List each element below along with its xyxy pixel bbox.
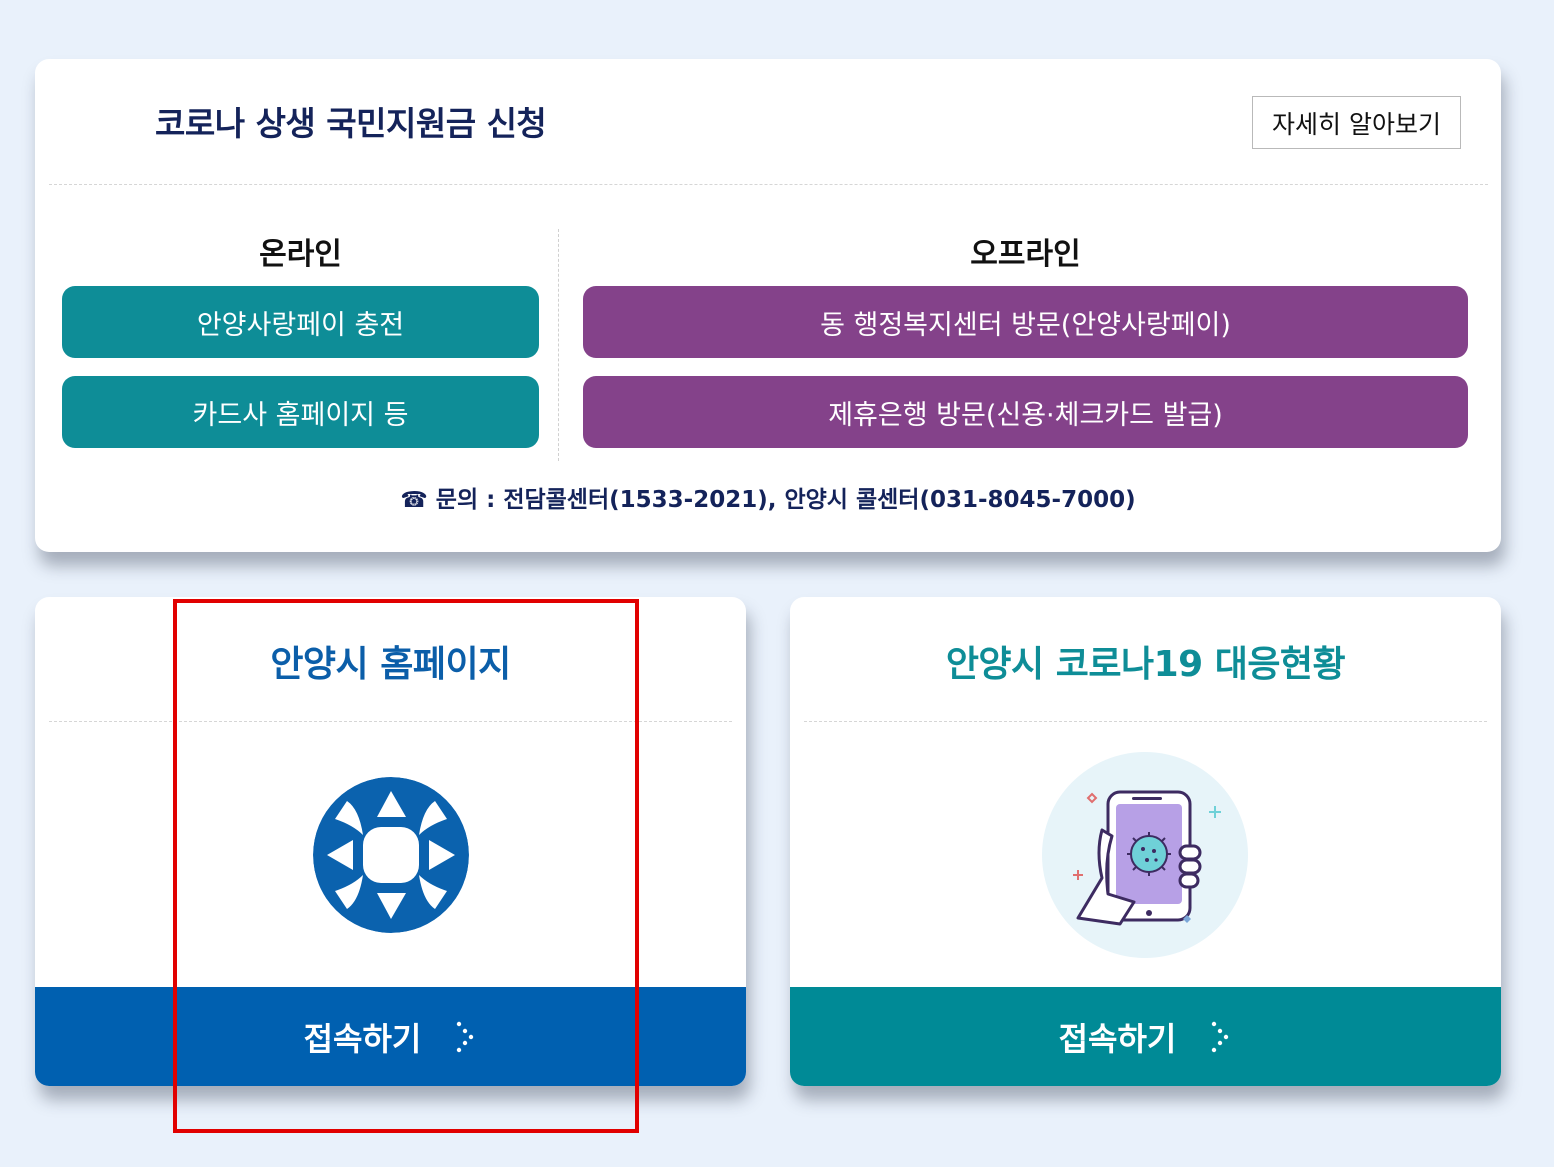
covid-card-title: 안양시 코로나19 대응현황 bbox=[945, 644, 1346, 685]
offline-heading: 오프라인 bbox=[970, 237, 1081, 272]
anyang-pay-charge-button[interactable]: 안양사랑페이 충전 bbox=[62, 286, 539, 358]
page: 코로나 상생 국민지원금 신청 자세히 알아보기 온라인 오프라인 안양사랑페이… bbox=[0, 0, 1554, 1167]
divider bbox=[49, 721, 732, 722]
chevron-right-icon bbox=[1210, 1020, 1232, 1054]
contact-text: 문의 : 전담콜센터(1533-2021), 안양시 콜센터(031-8045-… bbox=[435, 487, 1136, 513]
divider bbox=[49, 184, 1488, 185]
covid-status-card: 안양시 코로나19 대응현황 접속하기 bbox=[790, 597, 1501, 1086]
divider bbox=[804, 721, 1487, 722]
homepage-card-title: 안양시 홈페이지 bbox=[270, 644, 511, 685]
learn-more-button[interactable]: 자세히 알아보기 bbox=[1252, 96, 1461, 149]
homepage-connect-button[interactable]: 접속하기 bbox=[35, 987, 746, 1086]
telephone-icon: ☎ bbox=[400, 488, 428, 513]
contact-info: ☎ 문의 : 전담콜센터(1533-2021), 안양시 콜센터(031-8045… bbox=[35, 480, 1501, 514]
partner-bank-visit-button[interactable]: 제휴은행 방문(신용·체크카드 발급) bbox=[583, 376, 1468, 448]
community-center-visit-button[interactable]: 동 행정복지센터 방문(안양사랑페이) bbox=[583, 286, 1468, 358]
phone-virus-icon bbox=[1042, 752, 1248, 958]
covid-connect-button[interactable]: 접속하기 bbox=[790, 987, 1501, 1086]
homepage-card: 안양시 홈페이지 접속하기 bbox=[35, 597, 746, 1086]
support-fund-card: 코로나 상생 국민지원금 신청 자세히 알아보기 온라인 오프라인 안양사랑페이… bbox=[35, 59, 1501, 552]
connect-label: 접속하기 bbox=[303, 1019, 422, 1058]
online-heading: 온라인 bbox=[259, 237, 342, 272]
support-fund-title: 코로나 상생 국민지원금 신청 bbox=[155, 104, 547, 143]
card-company-homepage-button[interactable]: 카드사 홈페이지 등 bbox=[62, 376, 539, 448]
connect-label: 접속하기 bbox=[1058, 1019, 1177, 1058]
chevron-right-icon bbox=[455, 1020, 477, 1054]
column-divider bbox=[558, 229, 559, 461]
globe-icon bbox=[313, 777, 469, 933]
